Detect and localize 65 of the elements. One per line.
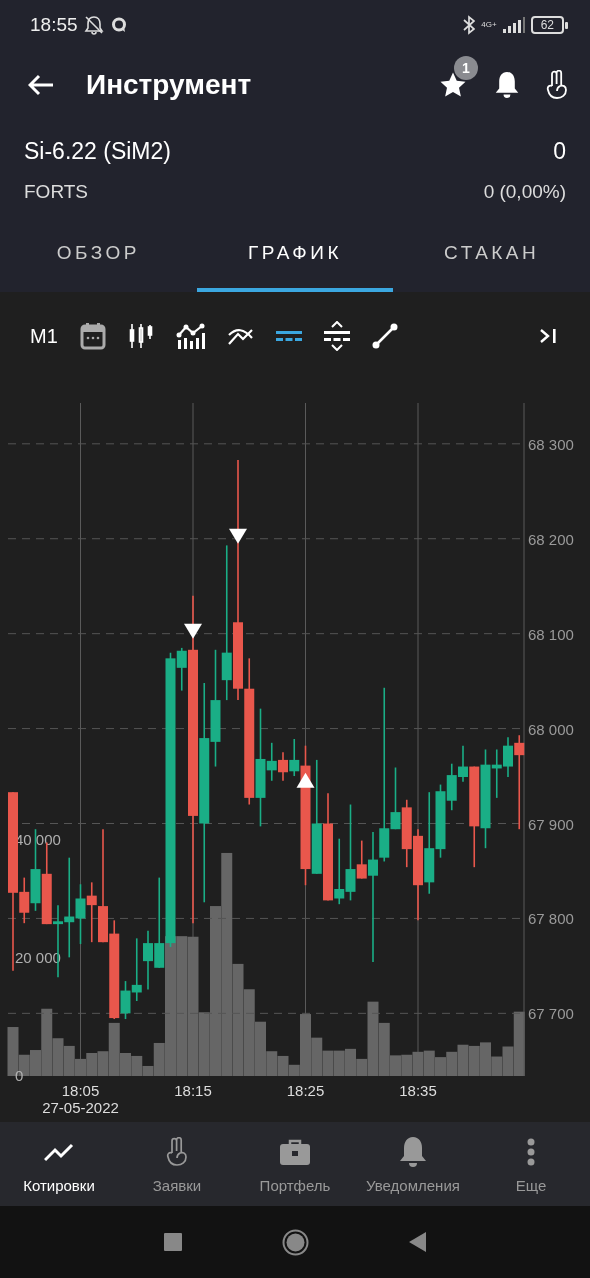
- nav-item[interactable]: Уведомления: [354, 1122, 472, 1206]
- screen-title: Инструмент: [86, 69, 253, 101]
- trend-line-icon: [44, 1141, 74, 1162]
- timeframe-button[interactable]: M1: [30, 324, 58, 348]
- price-label: 68 000: [528, 720, 574, 738]
- expand-lines-icon[interactable]: [323, 321, 350, 351]
- candle: [401, 799, 412, 868]
- signal-icon: [502, 17, 525, 33]
- back-arrow-icon[interactable]: [28, 74, 54, 96]
- exchange-name: FORTS: [24, 181, 90, 204]
- volume-bar: [401, 1054, 413, 1076]
- tab[interactable]: ОБЗОР: [0, 215, 197, 292]
- bell-icon: [398, 1134, 428, 1169]
- hand-icon: [166, 1136, 188, 1167]
- time-label: 18:05: [61, 1082, 100, 1099]
- price-label: 68 200: [528, 530, 574, 548]
- nav-item[interactable]: Портфель: [236, 1122, 354, 1206]
- dashed-lines-icon[interactable]: [275, 330, 302, 342]
- trend-line-icon[interactable]: [371, 323, 398, 349]
- tab[interactable]: СТАКАН: [393, 215, 590, 292]
- volume-bar: [423, 1050, 435, 1076]
- nav-item[interactable]: Еще: [472, 1122, 590, 1206]
- price-label: 67 900: [528, 815, 574, 833]
- price-label: 68 300: [528, 435, 574, 453]
- time-label: 18:35: [399, 1082, 437, 1099]
- briefcase-icon: [279, 1137, 311, 1166]
- down-triangle-icon: [184, 623, 202, 639]
- calendar-icon[interactable]: [79, 322, 106, 350]
- time-label: 18:25: [286, 1082, 325, 1099]
- hand-icon[interactable]: [546, 70, 568, 100]
- volume-bar: [468, 1045, 480, 1076]
- muted-bell-icon: [83, 15, 104, 35]
- nav-item[interactable]: Котировки: [0, 1122, 118, 1206]
- down-triangle-icon: [229, 528, 247, 544]
- network-type: 4G+: [481, 21, 497, 29]
- volume-bar: [435, 1057, 446, 1076]
- bell-icon[interactable]: [494, 70, 520, 100]
- candle: [278, 751, 288, 782]
- bar-line-chart-icon[interactable]: [175, 323, 206, 349]
- volume-label: 0: [15, 1067, 24, 1084]
- status-time: 18:55: [30, 14, 78, 36]
- chat-icon: [109, 16, 128, 34]
- more-icon: [526, 1137, 536, 1166]
- price-label: 67 800: [528, 910, 574, 928]
- price-change: 0 (0,00%): [483, 181, 566, 204]
- instrument-price: 0: [552, 138, 566, 166]
- up-triangle-icon: [296, 772, 315, 788]
- volume-bar: [86, 1053, 98, 1076]
- home-icon[interactable]: [281, 1228, 309, 1256]
- volume-bar: [446, 1051, 458, 1076]
- candlestick-icon[interactable]: [127, 323, 154, 349]
- time-label: 18:15: [174, 1082, 212, 1099]
- scroll-to-end-icon[interactable]: [538, 327, 558, 345]
- price-label: 67 700: [528, 1005, 574, 1023]
- nav-item[interactable]: Заявки: [118, 1122, 236, 1206]
- crossing-lines-icon[interactable]: [227, 326, 254, 346]
- volume-bar: [457, 1044, 469, 1076]
- recents-icon[interactable]: [163, 1233, 182, 1251]
- volume-bar: [333, 1050, 345, 1076]
- date-label: 27-05-2022: [42, 1099, 119, 1116]
- instrument-name: Si-6.22 (SiM2): [24, 138, 172, 166]
- favorites-badge: 1: [454, 56, 478, 80]
- back-icon[interactable]: [408, 1232, 427, 1252]
- price-label: 68 100: [528, 625, 574, 643]
- bluetooth-icon: [463, 15, 476, 35]
